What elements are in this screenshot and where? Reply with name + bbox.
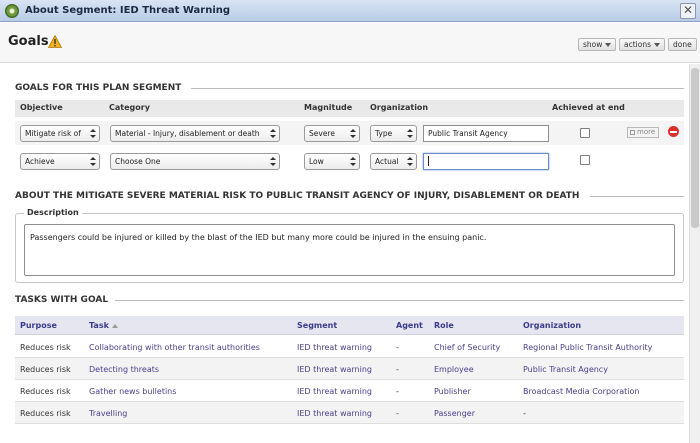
task-link[interactable]: Travelling	[89, 409, 127, 418]
th-agent[interactable]: Agent	[396, 321, 423, 330]
tasks-section-heading: TASKS WITH GOAL	[15, 295, 109, 305]
updown-icon	[90, 157, 96, 166]
description-textarea[interactable]: Passengers could be injured or killed by…	[24, 224, 675, 276]
window-titlebar: About Segment: IED Threat Warning ✕	[0, 0, 700, 22]
col-organization: Organization	[370, 103, 429, 112]
th-organization[interactable]: Organization	[523, 321, 581, 330]
organization-link[interactable]: Regional Public Transit Authority	[523, 343, 652, 352]
objective-select[interactable]: Achieve	[20, 153, 100, 170]
role-link[interactable]: Chief of Security	[434, 343, 500, 352]
show-button[interactable]: show	[578, 38, 617, 51]
more-button[interactable]: more	[627, 127, 659, 138]
magnitude-value: Severe	[309, 129, 335, 138]
updown-icon	[270, 157, 276, 166]
goals-header: Goals show actions done	[0, 23, 700, 63]
remove-icon[interactable]	[668, 126, 679, 137]
magnitude-select[interactable]: Severe	[304, 125, 360, 142]
organization-input[interactable]: Public Transit Agency	[423, 125, 549, 142]
updown-icon	[90, 129, 96, 138]
show-button-label: show	[583, 40, 603, 49]
window-title: About Segment: IED Threat Warning	[25, 5, 231, 16]
organization-input[interactable]	[423, 153, 549, 170]
th-purpose[interactable]: Purpose	[20, 321, 57, 330]
updown-icon	[407, 157, 413, 166]
updown-icon	[270, 129, 276, 138]
close-button[interactable]: ✕	[680, 3, 696, 19]
vertical-scrollbar[interactable]	[689, 64, 700, 443]
org-type-select[interactable]: Type	[370, 125, 417, 142]
organization-link[interactable]: Broadcast Media Corporation	[523, 387, 639, 396]
table-row: Reduces risk Gather news bulletins IED t…	[15, 380, 684, 402]
task-purpose: Reduces risk	[20, 365, 71, 374]
task-agent: -	[396, 365, 399, 374]
page-title: Goals	[8, 34, 49, 49]
segment-link[interactable]: IED threat warning	[297, 365, 372, 374]
task-agent: -	[396, 409, 399, 418]
magnitude-value: Low	[309, 157, 324, 166]
updown-icon	[350, 129, 356, 138]
app-icon	[5, 3, 19, 18]
task-agent: -	[396, 387, 399, 396]
description-label: Description	[24, 208, 82, 217]
updown-icon	[350, 157, 356, 166]
th-role[interactable]: Role	[434, 321, 454, 330]
done-button[interactable]: done	[668, 38, 697, 51]
objective-select[interactable]: Mitigate risk of	[20, 125, 100, 142]
chevron-down-icon	[654, 43, 660, 47]
th-task-label: Task	[89, 321, 109, 330]
section-divider	[191, 88, 684, 89]
segment-link[interactable]: IED threat warning	[297, 343, 372, 352]
role-link[interactable]: Passenger	[434, 409, 475, 418]
category-value: Choose One	[115, 157, 161, 166]
achieved-checkbox[interactable]	[580, 128, 590, 138]
org-type-value: Actual	[375, 157, 399, 166]
sort-ascending-icon	[111, 323, 118, 328]
task-agent: -	[396, 343, 399, 352]
section-divider	[115, 300, 684, 301]
segment-link[interactable]: IED threat warning	[297, 409, 372, 418]
text-cursor	[428, 156, 429, 166]
task-link[interactable]: Detecting threats	[89, 365, 159, 374]
col-achieved: Achieved at end	[552, 103, 625, 112]
col-magnitude: Magnitude	[304, 103, 353, 112]
organization-link[interactable]: Public Transit Agency	[523, 365, 608, 374]
th-segment[interactable]: Segment	[297, 321, 337, 330]
category-select[interactable]: Choose One	[110, 153, 280, 170]
table-row: Reduces risk Travelling IED threat warni…	[15, 402, 684, 424]
scroll-thumb[interactable]	[691, 68, 699, 228]
category-select[interactable]: Material - Injury, disablement or death	[110, 125, 280, 142]
more-label: more	[637, 128, 656, 136]
task-purpose: Reduces risk	[20, 387, 71, 396]
category-value: Material - Injury, disablement or death	[115, 129, 260, 138]
goals-section-heading: GOALS FOR THIS PLAN SEGMENT	[15, 83, 182, 93]
achieved-checkbox[interactable]	[580, 155, 590, 165]
updown-icon	[407, 129, 413, 138]
actions-button-label: actions	[624, 40, 651, 49]
task-purpose: Reduces risk	[20, 409, 71, 418]
table-row: Reduces risk Detecting threats IED threa…	[15, 358, 684, 380]
actions-button[interactable]: actions	[619, 38, 665, 51]
org-type-select[interactable]: Actual	[370, 153, 417, 170]
task-link[interactable]: Gather news bulletins	[89, 387, 176, 396]
task-link[interactable]: Collaborating with other transit authori…	[89, 343, 260, 352]
col-objective: Objective	[20, 103, 63, 112]
magnitude-select[interactable]: Low	[304, 153, 360, 170]
role-link[interactable]: Employee	[434, 365, 474, 374]
about-section-heading: ABOUT THE MITIGATE SEVERE MATERIAL RISK …	[15, 191, 580, 201]
org-type-value: Type	[375, 129, 393, 138]
table-row: Reduces risk Collaborating with other tr…	[15, 336, 684, 358]
task-purpose: Reduces risk	[20, 343, 71, 352]
col-category: Category	[109, 103, 150, 112]
warning-icon[interactable]	[48, 35, 62, 48]
section-divider	[590, 196, 684, 197]
role-link[interactable]: Publisher	[434, 387, 471, 396]
objective-value: Mitigate risk of	[25, 129, 81, 138]
chevron-down-icon	[605, 43, 612, 47]
objective-value: Achieve	[25, 157, 55, 166]
task-organization: -	[523, 409, 526, 418]
segment-link[interactable]: IED threat warning	[297, 387, 372, 396]
expand-icon	[630, 129, 635, 135]
th-task[interactable]: Task	[89, 321, 118, 330]
